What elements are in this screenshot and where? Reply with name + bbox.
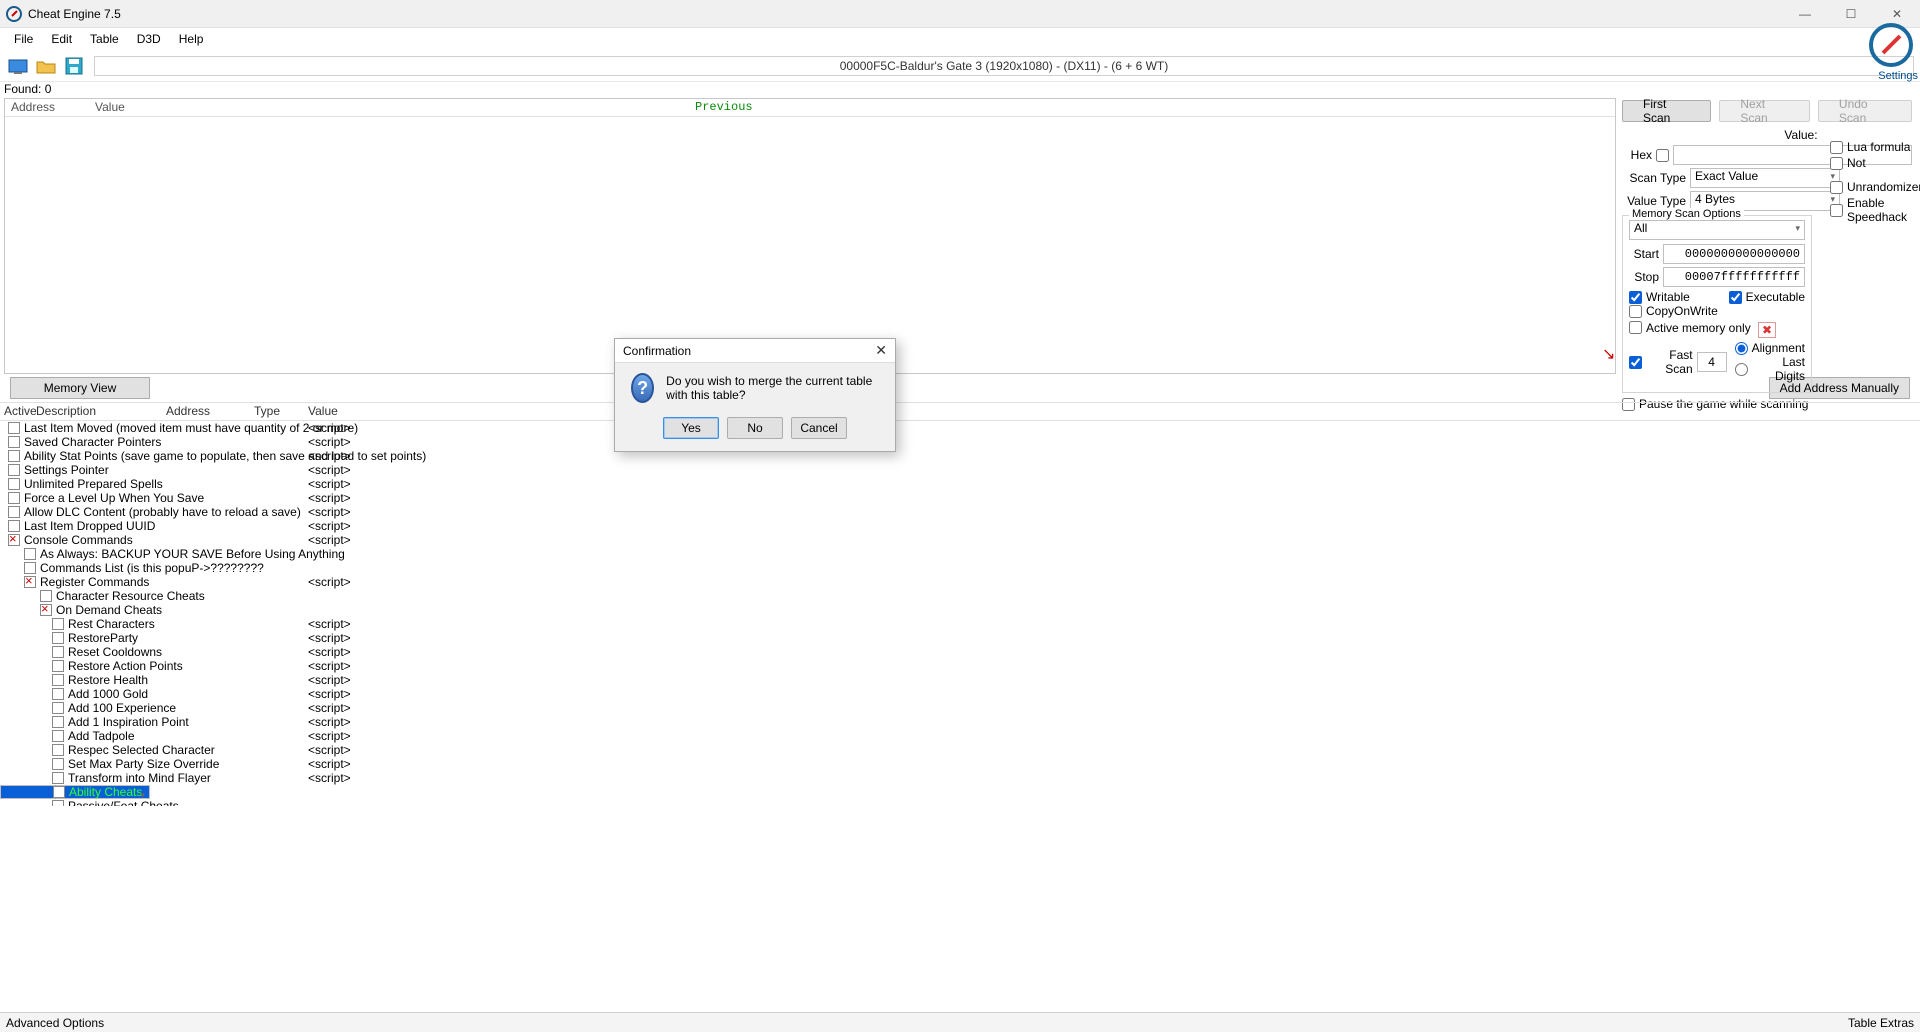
dialog-cancel-button[interactable]: Cancel	[791, 417, 847, 439]
question-icon: ?	[631, 373, 654, 403]
dialog-close-icon[interactable]: ✕	[875, 342, 887, 359]
dialog-no-button[interactable]: No	[727, 417, 783, 439]
dialog-message: Do you wish to merge the current table w…	[666, 374, 879, 402]
confirmation-dialog: Confirmation ✕ ? Do you wish to merge th…	[614, 338, 896, 452]
dialog-title: Confirmation	[623, 344, 691, 358]
modal-overlay: Confirmation ✕ ? Do you wish to merge th…	[0, 0, 1920, 1032]
dialog-yes-button[interactable]: Yes	[663, 417, 719, 439]
